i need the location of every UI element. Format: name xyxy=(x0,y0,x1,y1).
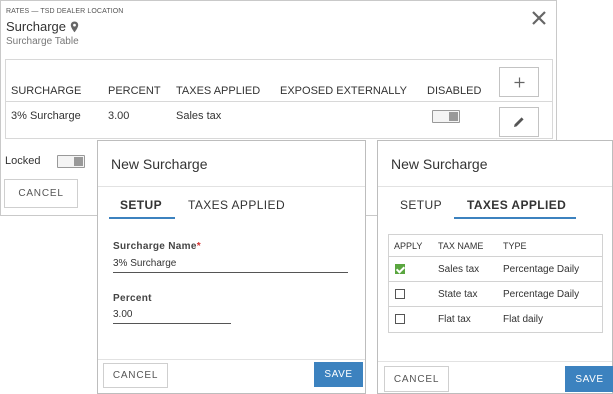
disabled-toggle[interactable] xyxy=(432,110,460,123)
footer-divider xyxy=(98,359,365,360)
tax-name: State tax xyxy=(438,289,478,300)
tax-name: Sales tax xyxy=(438,264,480,275)
column-header-surcharge: SURCHARGE xyxy=(11,85,82,97)
page-title: Surcharge xyxy=(6,19,66,34)
active-tab-indicator xyxy=(109,217,175,219)
tab-setup[interactable]: SETUP xyxy=(120,198,162,212)
column-header-apply: APPLY xyxy=(394,241,423,251)
taxes-table-header: APPLY TAX NAME TYPE xyxy=(389,235,602,257)
locked-toggle[interactable] xyxy=(57,155,85,168)
tax-type: Percentage Daily xyxy=(503,289,580,300)
apply-checkbox[interactable] xyxy=(395,264,405,274)
new-surcharge-dialog-taxes: New Surcharge SETUP TAXES APPLIED APPLY … xyxy=(377,140,613,394)
tab-taxes-applied[interactable]: TAXES APPLIED xyxy=(188,198,285,212)
table-row-divider xyxy=(6,101,552,102)
taxes-table: APPLY TAX NAME TYPE Sales tax Percentage… xyxy=(388,234,603,333)
breadcrumb: RATES — TSD DEALER LOCATION xyxy=(6,8,124,15)
column-header-disabled: DISABLED xyxy=(427,85,482,97)
add-surcharge-button[interactable] xyxy=(499,67,539,97)
table-row: Sales tax Percentage Daily xyxy=(389,257,602,282)
cancel-button[interactable]: CANCEL xyxy=(4,179,78,208)
page-subtitle: Surcharge Table xyxy=(6,36,79,47)
tab-setup[interactable]: SETUP xyxy=(400,198,442,212)
tax-name: Flat tax xyxy=(438,314,471,325)
percent-label: Percent xyxy=(113,293,152,304)
column-header-exposed-externally: EXPOSED EXTERNALLY xyxy=(280,85,407,97)
table-row: State tax Percentage Daily xyxy=(389,282,602,307)
cancel-button[interactable]: CANCEL xyxy=(103,363,168,388)
cell-surcharge: 3% Surcharge xyxy=(11,110,81,122)
dialog-title: New Surcharge xyxy=(111,156,208,172)
tax-type: Percentage Daily xyxy=(503,264,580,275)
required-marker: * xyxy=(196,241,201,252)
close-icon[interactable] xyxy=(529,8,549,28)
location-pin-icon xyxy=(70,21,79,32)
title-row: Surcharge xyxy=(6,19,79,34)
percent-input[interactable] xyxy=(113,309,231,324)
cell-percent: 3.00 xyxy=(108,110,130,122)
divider xyxy=(98,186,365,187)
table-row: Flat tax Flat daily xyxy=(389,307,602,332)
surcharge-name-label-text: Surcharge Name xyxy=(113,241,197,252)
tax-type: Flat daily xyxy=(503,314,544,325)
apply-checkbox[interactable] xyxy=(395,289,405,299)
locked-label: Locked xyxy=(5,155,41,167)
surcharge-name-label: Surcharge Name* xyxy=(113,241,201,252)
surcharge-name-input[interactable] xyxy=(113,258,348,273)
column-header-percent: PERCENT xyxy=(108,85,161,97)
dialog-title: New Surcharge xyxy=(391,156,488,172)
tab-taxes-applied[interactable]: TAXES APPLIED xyxy=(467,198,566,212)
apply-checkbox[interactable] xyxy=(395,314,405,324)
surcharge-table: SURCHARGE PERCENT TAXES APPLIED EXPOSED … xyxy=(5,59,553,139)
new-surcharge-dialog-setup: New Surcharge SETUP TAXES APPLIED Surcha… xyxy=(97,140,366,394)
save-button[interactable]: SAVE xyxy=(314,362,363,387)
cancel-button[interactable]: CANCEL xyxy=(384,366,449,392)
active-tab-indicator xyxy=(454,217,576,219)
cell-taxes-applied: Sales tax xyxy=(176,110,222,122)
divider xyxy=(378,186,612,187)
column-header-type: TYPE xyxy=(503,241,527,251)
column-header-taxes-applied: TAXES APPLIED xyxy=(176,85,261,97)
column-header-tax-name: TAX NAME xyxy=(438,241,484,251)
edit-surcharge-button[interactable] xyxy=(499,107,539,137)
footer-divider xyxy=(378,361,612,362)
plus-icon xyxy=(514,77,524,87)
pencil-icon xyxy=(514,117,524,127)
save-button[interactable]: SAVE xyxy=(565,366,613,392)
